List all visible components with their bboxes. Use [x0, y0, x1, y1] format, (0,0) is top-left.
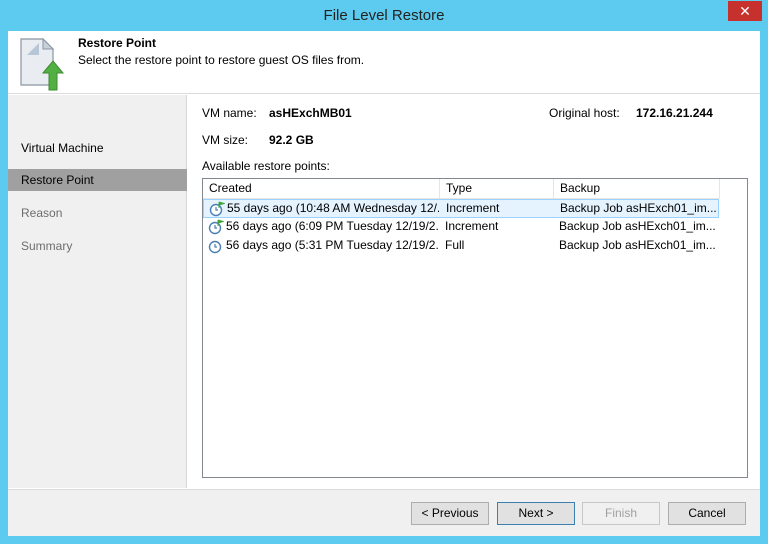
backup-cell: Backup Job asHExch01_im... — [559, 219, 716, 233]
finish-button: Finish — [582, 502, 660, 525]
vm-size-label: VM size: — [202, 133, 249, 147]
original-host-value: 172.16.21.244 — [636, 106, 713, 120]
vm-name-value: asHExchMB01 — [269, 106, 352, 120]
created-cell: 55 days ago (10:48 AM Wednesday 12/... — [227, 201, 439, 215]
restore-point-row[interactable]: 56 days ago (5:31 PM Tuesday 12/19/2... … — [203, 237, 719, 256]
wizard-footer: < Previous Next > Finish Cancel — [8, 489, 760, 536]
column-header-created[interactable]: Created — [203, 179, 440, 199]
type-cell: Increment — [445, 219, 499, 233]
header-title: Restore Point — [78, 36, 157, 50]
previous-button[interactable]: < Previous — [411, 502, 489, 525]
backup-cell: Backup Job asHExch01_im... — [559, 238, 716, 252]
header-subtitle: Select the restore point to restore gues… — [78, 53, 365, 67]
created-cell: 56 days ago (6:09 PM Tuesday 12/19/2... — [226, 219, 438, 233]
original-host-label: Original host: — [549, 106, 620, 120]
window-title: File Level Restore — [323, 7, 445, 24]
column-header-backup[interactable]: Backup — [554, 179, 720, 199]
step-virtual-machine[interactable]: Virtual Machine — [8, 137, 187, 159]
restore-point-clock-icon — [208, 219, 224, 235]
type-cell: Full — [445, 238, 465, 252]
restore-point-row[interactable]: 55 days ago (10:48 AM Wednesday 12/... I… — [203, 199, 719, 218]
dialog-window: File Level Restore ✕ Restore Point Selec… — [0, 0, 768, 544]
dialog-client: Restore Point Select the restore point t… — [8, 31, 760, 536]
main-panel: VM name: asHExchMB01 Original host: 172.… — [188, 95, 760, 488]
close-icon: ✕ — [739, 3, 751, 19]
restore-point-clock-icon — [209, 201, 225, 217]
wizard-header: Restore Point Select the restore point t… — [8, 31, 760, 94]
step-restore-point[interactable]: Restore Point — [8, 169, 187, 191]
restore-points-label: Available restore points: — [202, 159, 330, 173]
created-cell: 56 days ago (5:31 PM Tuesday 12/19/2... — [226, 238, 438, 252]
vm-name-label: VM name: — [202, 106, 257, 120]
close-button[interactable]: ✕ — [728, 1, 762, 21]
restore-points-list[interactable]: Created Type Backup 55 days ago (10:48 A… — [202, 178, 748, 478]
next-button[interactable]: Next > — [497, 502, 575, 525]
vm-size-value: 92.2 GB — [269, 133, 314, 147]
restore-point-row[interactable]: 56 days ago (6:09 PM Tuesday 12/19/2... … — [203, 218, 719, 237]
step-reason: Reason — [21, 206, 63, 220]
restore-document-icon — [20, 37, 65, 91]
type-cell: Increment — [446, 201, 500, 215]
backup-cell: Backup Job asHExch01_im... — [560, 201, 717, 215]
restore-point-clock-icon — [208, 240, 222, 254]
column-header-type[interactable]: Type — [440, 179, 554, 199]
cancel-button[interactable]: Cancel — [668, 502, 746, 525]
step-summary: Summary — [21, 239, 73, 253]
title-bar[interactable]: File Level Restore ✕ — [0, 0, 768, 31]
wizard-steps-sidebar: Virtual Machine Restore Point Reason Sum… — [8, 95, 187, 488]
